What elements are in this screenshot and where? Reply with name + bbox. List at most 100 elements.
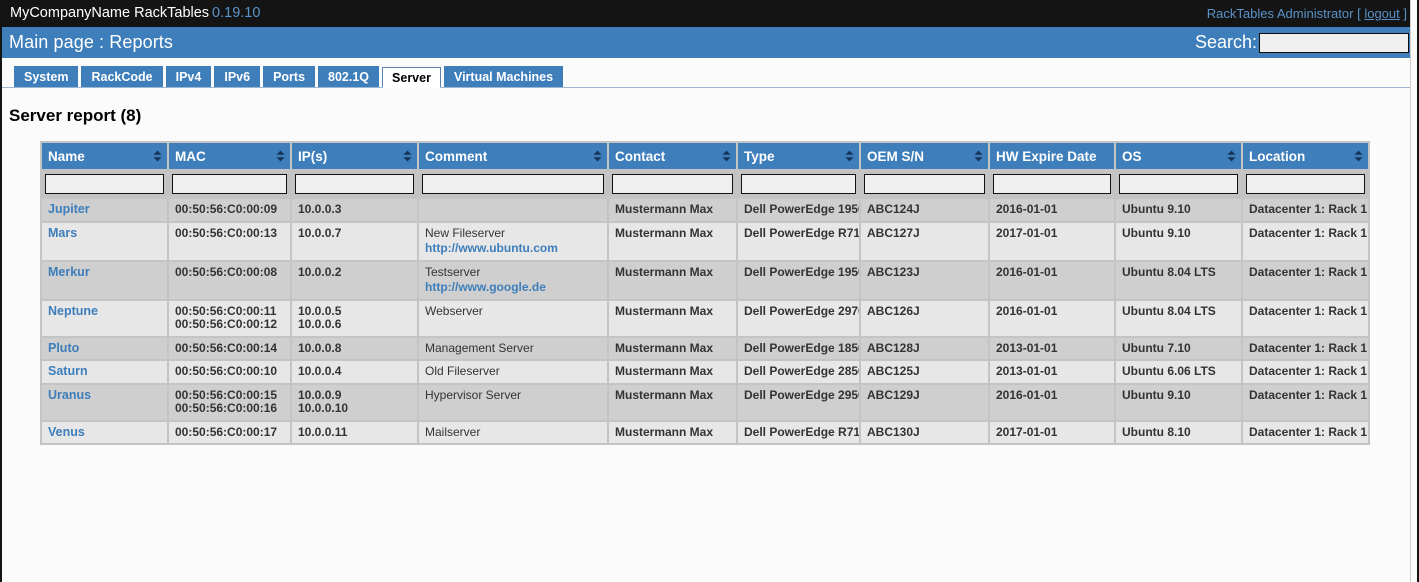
cell-os: Ubuntu 7.10 bbox=[1116, 337, 1241, 359]
ip-address: 10.0.0.8 bbox=[298, 340, 342, 355]
cell-type: Dell PowerEdge 1950 bbox=[738, 199, 859, 221]
ip-address: 10.0.0.2 bbox=[298, 264, 342, 279]
cell-contact: Mustermann Max bbox=[609, 421, 736, 443]
filter-cell-comment bbox=[419, 171, 607, 197]
table-filter-row bbox=[42, 171, 1368, 197]
server-name-link[interactable]: Saturn bbox=[48, 364, 88, 378]
column-header-label: IP(s) bbox=[298, 148, 328, 164]
cell-type: Dell PowerEdge R710 bbox=[738, 421, 859, 443]
comment-url-link[interactable]: http://www.google.de bbox=[425, 280, 601, 295]
cell-name: Venus bbox=[42, 421, 167, 443]
cell-ips: 10.0.0.3 bbox=[292, 199, 417, 221]
cell-type: Dell PowerEdge 1950 bbox=[738, 261, 859, 299]
filter-cell-type bbox=[738, 171, 859, 197]
search-area: Search: bbox=[1195, 32, 1409, 53]
column-header-oem-s-n[interactable]: OEM S/N bbox=[861, 143, 988, 169]
column-header-location[interactable]: Location bbox=[1243, 143, 1368, 169]
cell-os: Ubuntu 6.06 LTS bbox=[1116, 361, 1241, 383]
cell-hw-expire: 2017-01-01 bbox=[990, 222, 1114, 260]
tab-system[interactable]: System bbox=[14, 66, 79, 87]
column-header-type[interactable]: Type bbox=[738, 143, 859, 169]
cell-ips: 10.0.0.8 bbox=[292, 337, 417, 359]
filter-input-os[interactable] bbox=[1119, 174, 1238, 194]
mac-address: 00:50:56:C0:00:09 bbox=[175, 202, 278, 216]
cell-hw-expire: 2016-01-01 bbox=[990, 300, 1114, 336]
cell-location: Datacenter 1: Rack 1 bbox=[1243, 337, 1368, 359]
server-name-link[interactable]: Venus bbox=[48, 425, 85, 439]
cell-type: Dell PowerEdge 2950 bbox=[738, 384, 859, 420]
cell-hw-expire: 2013-01-01 bbox=[990, 337, 1114, 359]
column-header-name[interactable]: Name bbox=[42, 143, 167, 169]
bracket-close: ] bbox=[1403, 6, 1407, 21]
filter-input-type[interactable] bbox=[741, 174, 856, 194]
cell-location: Datacenter 1: Rack 1 bbox=[1243, 222, 1368, 260]
column-header-label: Contact bbox=[615, 148, 666, 164]
cell-mac: 00:50:56:C0:00:13 bbox=[169, 222, 290, 260]
mac-address: 00:50:56:C0:00:12 bbox=[175, 317, 278, 331]
cell-os: Ubuntu 8.04 LTS bbox=[1116, 261, 1241, 299]
cell-contact: Mustermann Max bbox=[609, 361, 736, 383]
cell-comment: Old Fileserver bbox=[419, 361, 607, 383]
tab-ipv6[interactable]: IPv6 bbox=[214, 66, 261, 87]
column-header-comment[interactable]: Comment bbox=[419, 143, 607, 169]
cell-mac: 00:50:56:C0:00:10 bbox=[169, 361, 290, 383]
filter-cell-oem-s-n bbox=[861, 171, 988, 197]
ip-address: 10.0.0.3 bbox=[298, 202, 342, 216]
server-name-link[interactable]: Pluto bbox=[48, 341, 79, 355]
filter-cell-contact bbox=[609, 171, 736, 197]
table-body: Jupiter 00:50:56:C0:00:09 10.0.0.3 Musterma… bbox=[42, 199, 1368, 443]
tab-virtual-machines[interactable]: Virtual Machines bbox=[443, 66, 564, 87]
cell-type: Dell PowerEdge R710 bbox=[738, 222, 859, 260]
cell-ips: 10.0.0.9 10.0.0.10 bbox=[292, 384, 417, 420]
server-name-link[interactable]: Mars bbox=[48, 226, 77, 240]
search-input[interactable] bbox=[1259, 32, 1409, 53]
filter-input-contact[interactable] bbox=[612, 174, 733, 194]
tab-ports[interactable]: Ports bbox=[263, 66, 316, 87]
cell-ips: 10.0.0.11 bbox=[292, 421, 417, 443]
filter-input-ip-s[interactable] bbox=[295, 174, 414, 194]
filter-cell-ip-s bbox=[292, 171, 417, 197]
current-user-link[interactable]: RackTables Administrator bbox=[1207, 6, 1354, 21]
cell-name: Pluto bbox=[42, 337, 167, 359]
server-name-link[interactable]: Jupiter bbox=[48, 202, 90, 216]
server-name-link[interactable]: Neptune bbox=[48, 304, 98, 318]
column-header-hw-expire-date[interactable]: HW Expire Date bbox=[990, 143, 1114, 169]
tab-label: Ports bbox=[273, 70, 306, 84]
server-name-link[interactable]: Merkur bbox=[48, 265, 90, 279]
filter-cell-os bbox=[1116, 171, 1241, 197]
filter-input-oem-s-n[interactable] bbox=[864, 174, 985, 194]
cell-contact: Mustermann Max bbox=[609, 199, 736, 221]
column-header-label: Location bbox=[1249, 148, 1306, 164]
logout-link[interactable]: logout bbox=[1364, 6, 1399, 21]
filter-input-location[interactable] bbox=[1246, 174, 1365, 194]
column-header-os[interactable]: OS bbox=[1116, 143, 1241, 169]
tab-server[interactable]: Server bbox=[382, 67, 441, 88]
mac-address: 00:50:56:C0:00:15 bbox=[175, 387, 278, 402]
filter-input-name[interactable] bbox=[45, 174, 164, 194]
filter-input-comment[interactable] bbox=[422, 174, 604, 194]
comment-url-link[interactable]: http://www.ubuntu.com bbox=[425, 241, 601, 256]
column-header-contact[interactable]: Contact bbox=[609, 143, 736, 169]
cell-name: Mars bbox=[42, 222, 167, 260]
cell-os: Ubuntu 8.04 LTS bbox=[1116, 300, 1241, 336]
report-table-wrap: Name MAC IP(s) Comment Contact Type OEM S/N HW … bbox=[2, 126, 1417, 445]
tab-ipv4[interactable]: IPv4 bbox=[165, 66, 212, 87]
server-report-table: Name MAC IP(s) Comment Contact Type OEM S/N HW … bbox=[40, 141, 1370, 445]
cell-name: Merkur bbox=[42, 261, 167, 299]
tab-rackcode[interactable]: RackCode bbox=[81, 66, 163, 87]
filter-input-mac[interactable] bbox=[172, 174, 287, 194]
cell-hw-expire: 2016-01-01 bbox=[990, 199, 1114, 221]
page-title: Server report (8) bbox=[9, 106, 142, 125]
cell-oem-sn: ABC123J bbox=[861, 261, 988, 299]
cell-location: Datacenter 1: Rack 1 bbox=[1243, 384, 1368, 420]
app-version: 0.19.10 bbox=[212, 5, 261, 22]
column-header-label: HW Expire Date bbox=[996, 148, 1097, 164]
cell-mac: 00:50:56:C0:00:09 bbox=[169, 199, 290, 221]
tab-802-1q[interactable]: 802.1Q bbox=[318, 66, 380, 87]
column-header-mac[interactable]: MAC bbox=[169, 143, 290, 169]
server-name-link[interactable]: Uranus bbox=[48, 388, 91, 402]
column-header-ip-s[interactable]: IP(s) bbox=[292, 143, 417, 169]
filter-input-hw-expire-date[interactable] bbox=[993, 174, 1111, 194]
company-name: MyCompanyName RackTables bbox=[10, 5, 210, 22]
column-header-label: MAC bbox=[175, 148, 206, 164]
